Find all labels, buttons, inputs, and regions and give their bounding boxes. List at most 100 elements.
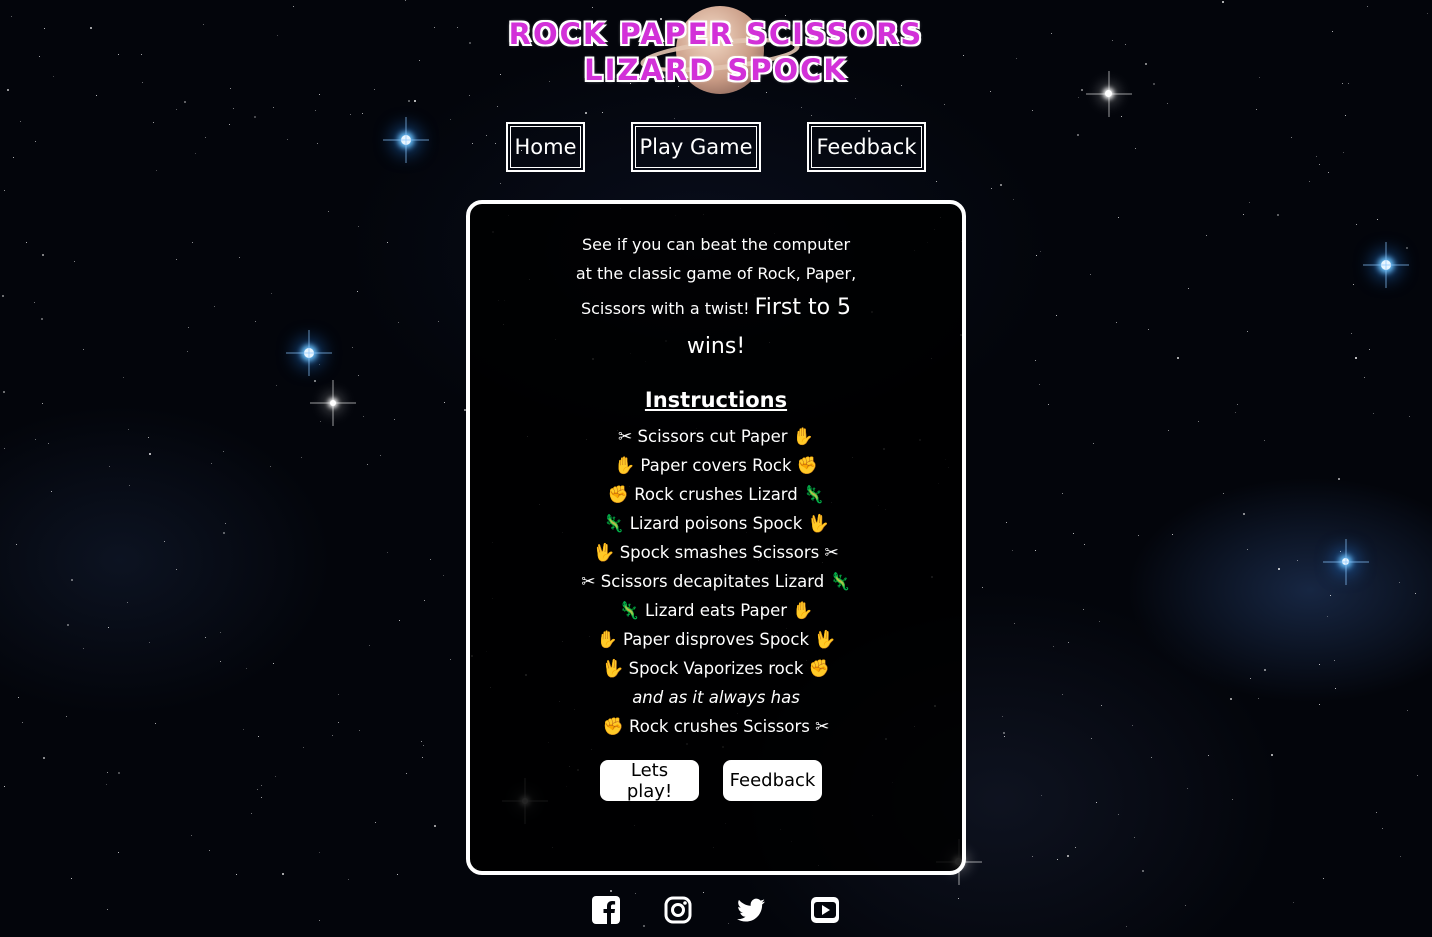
- instructions-heading: Instructions: [644, 388, 788, 412]
- star: [1099, 621, 1100, 622]
- star: [332, 735, 333, 736]
- star: [187, 351, 188, 352]
- star: [602, 112, 603, 113]
- star: [191, 835, 192, 836]
- star: [1382, 828, 1383, 829]
- lets-play-button[interactable]: Lets play!: [600, 760, 699, 802]
- star: [1338, 478, 1340, 480]
- star: [118, 772, 120, 774]
- star: [192, 242, 193, 243]
- star: [1247, 331, 1248, 332]
- star: [1151, 757, 1152, 758]
- scissors-icon: ✂: [618, 427, 633, 447]
- star: [703, 892, 704, 893]
- star: [1353, 284, 1354, 285]
- nav-play-game-button[interactable]: Play Game: [631, 122, 761, 172]
- star: [1177, 357, 1179, 359]
- star: [22, 722, 23, 723]
- star: [1012, 550, 1013, 551]
- star: [1067, 855, 1069, 857]
- star: [107, 772, 108, 773]
- intro-text: See if you can beat the computer at the …: [470, 230, 962, 365]
- star: [1369, 349, 1370, 350]
- star: [1036, 255, 1037, 256]
- star: [592, 7, 593, 8]
- star: [127, 602, 128, 603]
- bright-star: [330, 400, 336, 406]
- intro-line-3: Scissors with a twist!: [580, 299, 750, 318]
- star: [1343, 152, 1344, 153]
- star: [67, 624, 69, 626]
- star: [1222, 1, 1224, 3]
- star: [293, 6, 294, 7]
- star: [1138, 535, 1139, 536]
- bright-star: [1342, 558, 1349, 565]
- rule-text: Spock Vaporizes rock: [628, 659, 804, 678]
- star: [1256, 109, 1257, 110]
- title-line-1: Rock Paper Scissors: [508, 17, 924, 51]
- youtube-icon[interactable]: [808, 893, 842, 927]
- star: [1035, 550, 1036, 551]
- feedback-button[interactable]: Feedback: [723, 760, 822, 801]
- star: [26, 242, 27, 243]
- rule-text: Rock crushes Scissors: [629, 717, 810, 736]
- star: [233, 108, 234, 109]
- star: [35, 141, 36, 142]
- star: [239, 257, 240, 258]
- star: [220, 632, 221, 633]
- star: [276, 385, 277, 386]
- star: [1148, 329, 1149, 330]
- star: [255, 321, 256, 322]
- star: [1121, 116, 1122, 117]
- star: [811, 115, 812, 116]
- star: [348, 879, 349, 880]
- star: [1118, 217, 1119, 218]
- star: [149, 642, 150, 643]
- star: [444, 402, 445, 403]
- star: [1168, 430, 1169, 431]
- star: [1077, 134, 1079, 136]
- rock-icon: ✊: [607, 485, 629, 505]
- facebook-icon[interactable]: [589, 893, 623, 927]
- star: [635, 893, 636, 894]
- star: [1187, 788, 1188, 789]
- star: [1319, 664, 1320, 665]
- star: [1323, 878, 1324, 879]
- star: [225, 523, 226, 524]
- star: [205, 637, 206, 638]
- star: [251, 813, 252, 814]
- star: [350, 114, 351, 115]
- star: [1237, 404, 1238, 405]
- twitter-icon[interactable]: [734, 893, 768, 927]
- instagram-icon[interactable]: [661, 893, 695, 927]
- star: [258, 736, 259, 737]
- star: [96, 95, 97, 96]
- star: [319, 364, 320, 365]
- star: [43, 757, 45, 759]
- nav-feedback-button[interactable]: Feedback: [807, 122, 926, 172]
- paper-icon: ✋: [792, 427, 814, 447]
- lizard-icon: 🦎: [618, 601, 640, 621]
- star: [472, 143, 473, 144]
- star: [1032, 110, 1033, 111]
- title-line-2: Lizard Spock: [584, 53, 848, 87]
- star: [282, 873, 284, 875]
- star: [1081, 89, 1083, 91]
- paper-icon: ✋: [614, 456, 636, 476]
- bright-star: [1381, 260, 1391, 270]
- nav-home-button[interactable]: Home: [506, 122, 585, 172]
- star: [1185, 905, 1186, 906]
- star: [18, 697, 19, 698]
- star: [359, 730, 360, 731]
- star: [1364, 377, 1365, 378]
- star: [398, 322, 399, 323]
- star: [358, 375, 359, 376]
- star: [129, 485, 130, 486]
- star: [430, 559, 431, 560]
- rule-text: Lizard eats Paper: [644, 601, 788, 620]
- star: [1258, 698, 1259, 699]
- star: [1135, 148, 1136, 149]
- star: [315, 110, 316, 111]
- star: [1309, 181, 1310, 182]
- star: [287, 139, 288, 140]
